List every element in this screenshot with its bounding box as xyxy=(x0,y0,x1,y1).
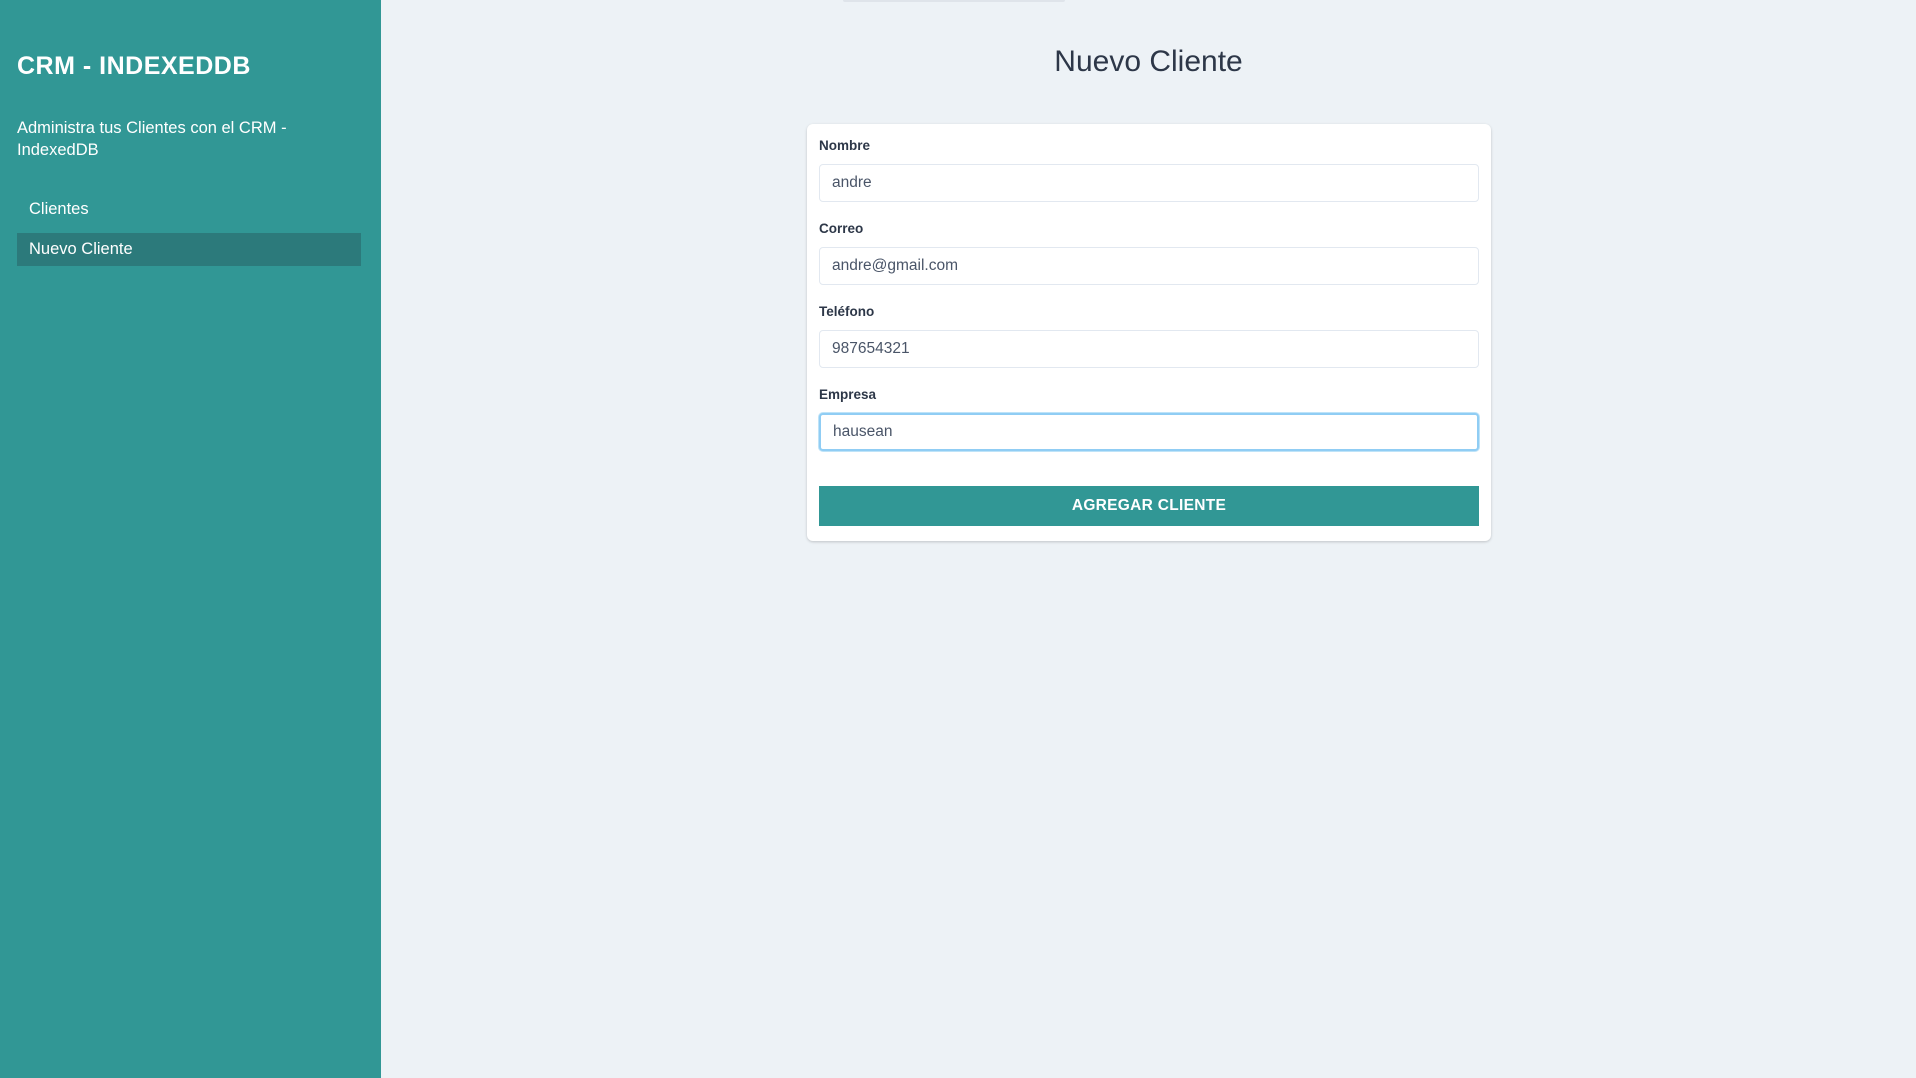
field-empresa: Empresa xyxy=(819,387,1479,451)
sidebar-nav: Clientes Nuevo Cliente xyxy=(17,193,361,273)
agregar-cliente-button[interactable]: AGREGAR CLIENTE xyxy=(819,486,1479,526)
correo-input[interactable] xyxy=(819,247,1479,285)
field-telefono: Teléfono xyxy=(819,304,1479,368)
field-nombre: Nombre xyxy=(819,138,1479,202)
nombre-label: Nombre xyxy=(819,138,871,153)
main-content: Nuevo Cliente Nombre Correo Teléfono Emp… xyxy=(381,0,1916,1078)
app-root: CRM - INDEXEDDB Administra tus Clientes … xyxy=(0,0,1916,1078)
sidebar: CRM - INDEXEDDB Administra tus Clientes … xyxy=(0,0,381,1078)
brand-title: CRM - INDEXEDDB xyxy=(17,52,251,80)
empresa-label: Empresa xyxy=(819,387,877,402)
telefono-label: Teléfono xyxy=(819,304,875,319)
correo-label: Correo xyxy=(819,221,864,236)
page-title: Nuevo Cliente xyxy=(1054,45,1243,78)
telefono-input[interactable] xyxy=(819,330,1479,368)
sidebar-tagline: Administra tus Clientes con el CRM - Ind… xyxy=(17,119,287,159)
new-client-form: Nombre Correo Teléfono Empresa AGREGAR C… xyxy=(807,124,1491,541)
sidebar-item-clientes[interactable]: Clientes xyxy=(17,193,361,226)
field-correo: Correo xyxy=(819,221,1479,285)
empresa-input[interactable] xyxy=(819,413,1479,451)
top-divider xyxy=(843,0,1065,2)
sidebar-item-nuevo-cliente[interactable]: Nuevo Cliente xyxy=(17,233,361,266)
nombre-input[interactable] xyxy=(819,164,1479,202)
